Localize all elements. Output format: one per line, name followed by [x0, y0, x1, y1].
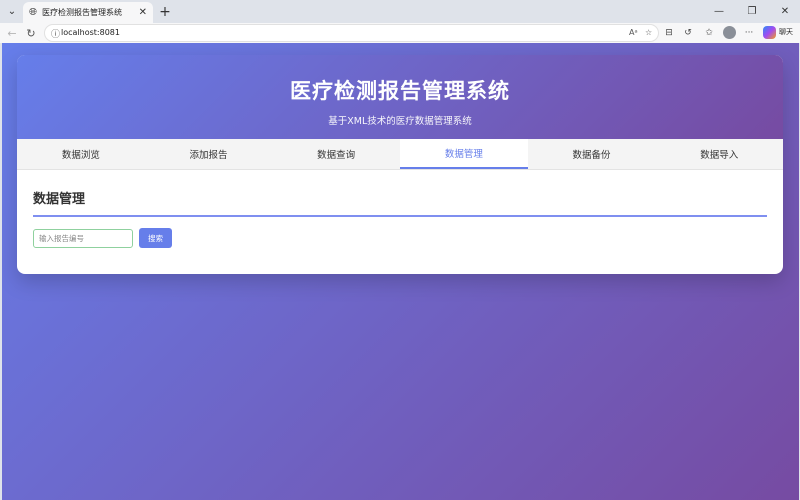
tab-data-import[interactable]: 数据导入: [655, 139, 783, 169]
browser-toolbar: ← ↻ ⓘ localhost:8081 Aᵃ ☆ ⊟ ↺ ✩ ··· 聊天: [0, 23, 800, 43]
app-header: 医疗检测报告管理系统 基于XML技术的医疗数据管理系统: [17, 55, 783, 139]
tab-list-chevron-icon[interactable]: ⌄: [3, 3, 21, 20]
address-url[interactable]: localhost:8081: [61, 28, 120, 37]
copilot-icon[interactable]: [763, 26, 776, 39]
favorite-star-icon[interactable]: ☆: [645, 28, 652, 37]
page-viewport: 医疗检测报告管理系统 基于XML技术的医疗数据管理系统 数据浏览 添加报告 数据…: [2, 43, 799, 500]
app-subtitle: 基于XML技术的医疗数据管理系统: [328, 116, 472, 127]
minimize-icon[interactable]: —: [704, 3, 734, 20]
tab-content: 数据管理 搜索: [17, 170, 783, 248]
address-bar[interactable]: ⓘ localhost:8081 Aᵃ ☆: [44, 24, 659, 42]
split-screen-icon[interactable]: ⊟: [662, 26, 676, 40]
app-title: 医疗检测报告管理系统: [290, 79, 510, 103]
browser-tab-title: 医疗检测报告管理系统: [42, 8, 122, 17]
search-button[interactable]: 搜索: [139, 228, 172, 248]
new-tab-icon[interactable]: +: [156, 3, 174, 20]
site-info-icon[interactable]: ⓘ: [51, 27, 60, 40]
read-aloud-icon[interactable]: Aᵃ: [629, 28, 638, 37]
browser-tab[interactable]: 🌐︎ 医疗检测报告管理系统 ✕: [23, 2, 153, 23]
chat-label[interactable]: 聊天: [779, 27, 793, 37]
extensions-icon[interactable]: ↺: [681, 26, 695, 40]
nav-tabs: 数据浏览 添加报告 数据查询 数据管理 数据备份 数据导入: [17, 139, 783, 170]
section-heading: 数据管理: [33, 188, 767, 217]
report-id-input[interactable]: [33, 228, 133, 248]
tab-add-report[interactable]: 添加报告: [145, 139, 273, 169]
search-row: 搜索: [33, 228, 767, 248]
back-icon[interactable]: ←: [4, 25, 20, 41]
tab-data-query[interactable]: 数据查询: [272, 139, 400, 169]
globe-icon: 🌐︎: [29, 7, 37, 18]
more-menu-icon[interactable]: ···: [742, 26, 756, 40]
profile-avatar-icon[interactable]: [723, 26, 736, 39]
tab-data-backup[interactable]: 数据备份: [528, 139, 656, 169]
app-container: 医疗检测报告管理系统 基于XML技术的医疗数据管理系统 数据浏览 添加报告 数据…: [17, 55, 783, 274]
favorites-icon[interactable]: ✩: [702, 26, 716, 40]
tab-data-browse[interactable]: 数据浏览: [17, 139, 145, 169]
browser-tab-strip: ⌄ 🌐︎ 医疗检测报告管理系统 ✕ + — ❐ ✕: [0, 0, 800, 23]
reload-icon[interactable]: ↻: [23, 25, 39, 41]
tab-data-manage[interactable]: 数据管理: [400, 139, 528, 169]
window-close-icon[interactable]: ✕: [770, 3, 800, 20]
restore-icon[interactable]: ❐: [737, 3, 767, 20]
close-tab-icon[interactable]: ✕: [139, 7, 147, 18]
